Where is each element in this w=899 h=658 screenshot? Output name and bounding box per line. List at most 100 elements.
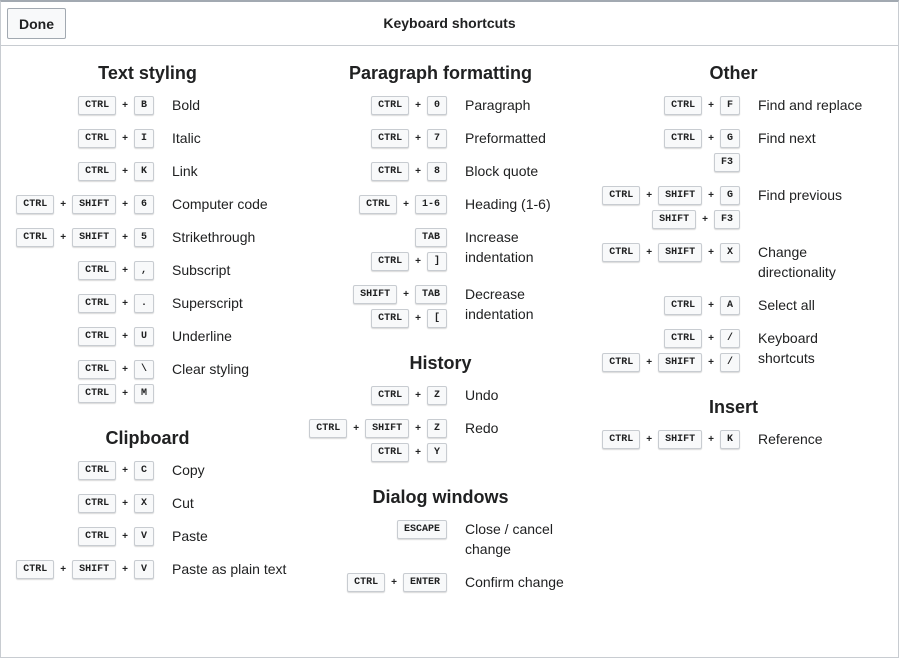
- keyboard-key: V: [133, 527, 154, 546]
- keyboard-key: CTRL: [602, 430, 641, 449]
- key-combo: CTRL + [: [371, 309, 447, 328]
- shortcut-description: Redo: [465, 420, 499, 436]
- shortcut-row: CTRL + \ CTRL + M Clear styling: [1, 360, 294, 403]
- keyboard-key: C: [133, 461, 154, 480]
- plus-sign: +: [708, 357, 714, 368]
- keyboard-key: SHIFT: [72, 228, 117, 247]
- keyboard-key: F3: [713, 153, 740, 172]
- keyboard-key: CTRL: [78, 527, 117, 546]
- key-combo: CTRL + I: [78, 129, 154, 148]
- keyboard-key: CTRL: [16, 195, 55, 214]
- plus-sign: +: [60, 232, 67, 243]
- keyboard-key: CTRL: [371, 309, 410, 328]
- keyboard-key: X: [719, 243, 740, 262]
- key-combos: CTRL + Z: [294, 386, 447, 405]
- keyboard-key: B: [133, 96, 154, 115]
- plus-sign: +: [122, 531, 128, 542]
- keyboard-key: CTRL: [371, 443, 410, 462]
- keyboard-key: SHIFT: [652, 210, 697, 229]
- plus-sign: +: [415, 166, 421, 177]
- shortcut-description: Close / cancel change: [465, 521, 553, 557]
- keyboard-key: TAB: [414, 285, 447, 304]
- plus-sign: +: [415, 133, 421, 144]
- keyboard-key: CTRL: [78, 327, 117, 346]
- key-combo: CTRL + Z: [371, 386, 447, 405]
- keyboard-key: U: [133, 327, 154, 346]
- keyboard-key: CTRL: [78, 494, 117, 513]
- plus-sign: +: [415, 313, 421, 324]
- plus-sign: +: [122, 133, 128, 144]
- key-combos: CTRL + / CTRL + SHIFT + /: [587, 329, 740, 372]
- shortcut-row: CTRL + C Copy: [1, 461, 294, 480]
- shortcut-description: Confirm change: [465, 574, 564, 590]
- keyboard-key: /: [719, 329, 740, 348]
- key-combo: CTRL + SHIFT + X: [602, 243, 740, 262]
- key-combos: ESCAPE: [294, 520, 447, 539]
- plus-sign: +: [415, 390, 421, 401]
- shortcut-description: Cut: [172, 495, 194, 511]
- keyboard-key: G: [719, 186, 740, 205]
- keyboard-key: CTRL: [309, 419, 348, 438]
- key-combos: CTRL +,: [1, 261, 154, 280]
- keyboard-key: SHIFT: [658, 186, 703, 205]
- plus-sign: +: [122, 388, 128, 399]
- plus-sign: +: [122, 166, 128, 177]
- keyboard-key: 1-6: [414, 195, 447, 214]
- keyboard-key: CTRL: [664, 329, 703, 348]
- keyboard-key: SHIFT: [658, 243, 703, 262]
- keyboard-key: Y: [426, 443, 447, 462]
- key-combo: CTRL + SHIFT + K: [602, 430, 740, 449]
- plus-sign: +: [122, 265, 128, 276]
- plus-sign: +: [646, 247, 653, 258]
- shortcut-row: CTRL + Z Undo: [294, 386, 587, 405]
- keyboard-key: CTRL: [78, 384, 117, 403]
- keyboard-key: K: [719, 430, 740, 449]
- key-combo: CTRL +,: [78, 261, 154, 280]
- key-combos: CTRL + SHIFT +6: [1, 195, 154, 214]
- key-combos: CTRL +8: [294, 162, 447, 181]
- shortcut-columns: Text styling CTRL + B Bold CTRL + I Italic CTRL + K…: [1, 62, 880, 616]
- key-combos: CTRL + V: [1, 527, 154, 546]
- key-combos: CTRL +1-6: [294, 195, 447, 214]
- shortcut-row: CTRL + V Paste: [1, 527, 294, 546]
- plus-sign: +: [708, 133, 714, 144]
- plus-sign: +: [122, 298, 128, 309]
- key-combos: CTRL + SHIFT +5: [1, 228, 154, 247]
- key-combos: CTRL + SHIFT + X: [587, 243, 740, 262]
- shortcut-description: Paste as plain text: [172, 561, 287, 577]
- keyboard-key: CTRL: [602, 353, 641, 372]
- dialog-header: Done Keyboard shortcuts: [1, 2, 898, 46]
- keyboard-key: SHIFT: [72, 195, 117, 214]
- keyboard-key: 0: [426, 96, 447, 115]
- shortcut-description: Paste: [172, 528, 208, 544]
- key-combo: CTRL + ENTER: [347, 573, 447, 592]
- keyboard-key: CTRL: [359, 195, 398, 214]
- shortcut-description: Underline: [172, 328, 232, 344]
- key-combos: CTRL + SHIFT + V: [1, 560, 154, 579]
- key-combos: CTRL + I: [1, 129, 154, 148]
- plus-sign: +: [415, 256, 421, 267]
- plus-sign: +: [415, 423, 421, 434]
- shortcut-row: CTRL + I Italic: [1, 129, 294, 148]
- key-combo: CTRL + F: [664, 96, 740, 115]
- key-combo: CTRL + U: [78, 327, 154, 346]
- keyboard-key: M: [133, 384, 154, 403]
- plus-sign: +: [708, 333, 714, 344]
- keyboard-key: .: [133, 294, 154, 313]
- keyboard-key: V: [133, 560, 154, 579]
- shortcut-row: CTRL + SHIFT + X Change directionality: [587, 243, 880, 282]
- plus-sign: +: [708, 100, 714, 111]
- keyboard-key: CTRL: [371, 386, 410, 405]
- keyboard-key: K: [133, 162, 154, 181]
- shortcut-description: Clear styling: [172, 361, 250, 377]
- shortcut-column: Other CTRL + F Find and replace CTRL + G F3 Find …: [587, 62, 880, 616]
- key-combos: CTRL + \ CTRL + M: [1, 360, 154, 403]
- key-combos: CTRL + SHIFT + K: [587, 430, 740, 449]
- plus-sign: +: [122, 564, 128, 575]
- section-title: Dialog windows: [372, 487, 509, 507]
- shortcut-column: Text styling CTRL + B Bold CTRL + I Italic CTRL + K…: [1, 62, 294, 616]
- plus-sign: +: [708, 434, 714, 445]
- shortcut-description: Undo: [465, 387, 499, 403]
- shortcut-description: Copy: [172, 462, 205, 478]
- key-combo: CTRL + K: [78, 162, 154, 181]
